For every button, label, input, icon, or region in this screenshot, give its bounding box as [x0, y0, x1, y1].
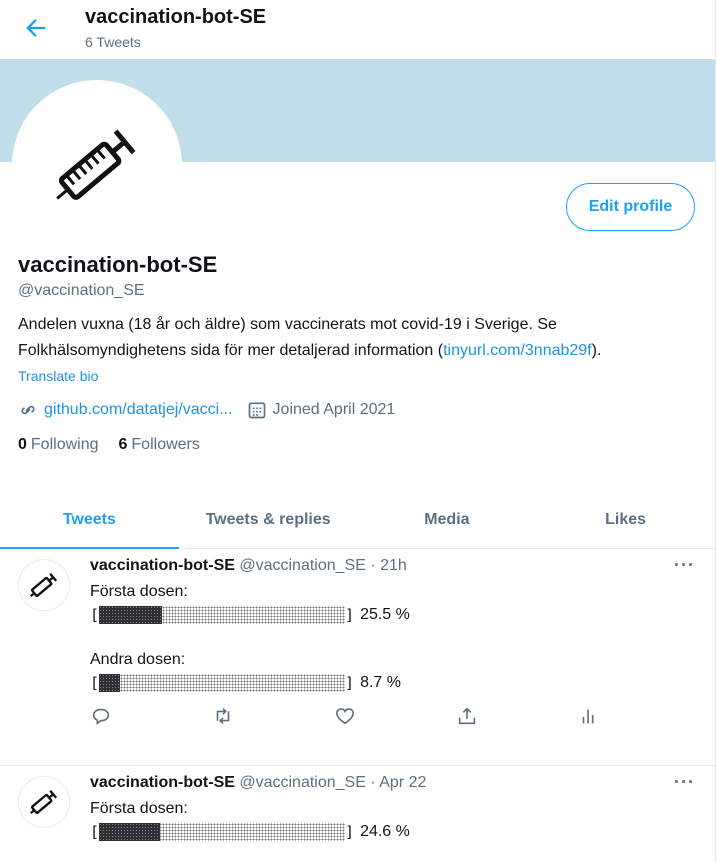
tweet-text: Första dosen: [] 24.6 % — [90, 798, 695, 844]
joined-item: Joined April 2021 — [247, 400, 396, 420]
followers-count: 6 — [118, 436, 128, 453]
joined-date: Joined April 2021 — [272, 401, 396, 418]
like-icon[interactable] — [334, 705, 356, 727]
tweet-text: Första dosen: [] 25.5 % Andra dosen: [] … — [90, 581, 695, 695]
website-item: github.com/datatjej/vacci... — [18, 400, 233, 420]
tweet-header: vaccination-bot-SE @vaccination_SE · Apr… — [90, 774, 695, 792]
dose2-label: Andra dosen: — [90, 651, 186, 668]
dose2-percent: 8.7 % — [360, 674, 401, 691]
tweet[interactable]: ··· vaccination-bot-SE @vaccination_SE ·… — [0, 549, 715, 766]
tweet[interactable]: ··· vaccination-bot-SE @vaccination_SE ·… — [0, 766, 715, 862]
profile-tabs: Tweets Tweets & replies Media Likes — [0, 492, 715, 549]
bio-end: ). — [591, 342, 602, 359]
followers-link[interactable]: 6 Followers — [119, 436, 200, 454]
followers-label: Followers — [131, 436, 200, 453]
top-bar: vaccination-bot-SE 6 Tweets — [0, 0, 715, 59]
dose1-label: Första dosen: — [90, 800, 188, 817]
analytics-icon[interactable] — [578, 705, 600, 727]
tweet-content: vaccination-bot-SE @vaccination_SE · Apr… — [90, 774, 695, 844]
dose1-percent: 24.6 % — [360, 823, 410, 840]
dose1-percent: 25.5 % — [360, 606, 410, 623]
dose1-bar-row: [] 25.5 % — [90, 603, 695, 627]
translate-bio-link[interactable]: Translate bio — [18, 368, 697, 384]
profile-avatar[interactable] — [12, 80, 182, 250]
tweet-meta: @vaccination_SE · 21h — [239, 557, 407, 574]
syringe-icon — [29, 789, 58, 815]
tweet-header: vaccination-bot-SE @vaccination_SE · 21h — [90, 557, 695, 575]
reply-icon[interactable] — [90, 705, 112, 727]
tweet-count: 6 Tweets — [85, 34, 141, 50]
tweet-content: vaccination-bot-SE @vaccination_SE · 21h… — [90, 557, 695, 727]
dose1-label: Första dosen: — [90, 583, 188, 600]
tweet-author[interactable]: vaccination-bot-SE — [90, 774, 235, 791]
syringe-icon — [29, 572, 58, 598]
following-link[interactable]: 0 Following — [18, 436, 99, 454]
tweet-avatar[interactable] — [18, 776, 70, 828]
follow-stats: 0 Following 6 Followers — [18, 436, 697, 454]
tweet-actions — [90, 705, 600, 727]
bio-link[interactable]: tinyurl.com/3nnab29f — [443, 342, 592, 359]
tweet-author[interactable]: vaccination-bot-SE — [90, 557, 235, 574]
profile-meta: github.com/datatjej/vacci... Joined Apri… — [18, 400, 697, 420]
dose1-fill — [99, 823, 160, 841]
dose2-fill — [99, 674, 121, 692]
dose1-bar: [] — [90, 606, 355, 624]
profile-handle: @vaccination_SE — [18, 282, 145, 299]
profile-info: vaccination-bot-SE @vaccination_SE Andel… — [18, 252, 697, 454]
tab-tweets-replies[interactable]: Tweets & replies — [179, 492, 358, 548]
dose2-bar-row: [] 8.7 % — [90, 671, 695, 695]
link-icon — [21, 405, 35, 415]
dose1-bar-row: [] 24.6 % — [90, 820, 695, 844]
tweet-meta: @vaccination_SE · Apr 22 — [239, 774, 427, 791]
tab-media[interactable]: Media — [358, 492, 537, 548]
dose1-bar: [] — [90, 823, 355, 841]
website-link[interactable]: github.com/datatjej/vacci... — [44, 401, 233, 419]
dose1-fill — [99, 606, 162, 624]
tab-tweets[interactable]: Tweets — [0, 492, 179, 549]
syringe-icon — [56, 129, 136, 200]
following-label: Following — [30, 436, 99, 453]
profile-name: vaccination-bot-SE — [18, 252, 218, 277]
dose2-bar: [] — [90, 674, 355, 692]
calendar-icon — [248, 402, 265, 419]
header-title: vaccination-bot-SE — [85, 6, 267, 28]
share-icon[interactable] — [456, 705, 478, 727]
retweet-icon[interactable] — [212, 705, 234, 727]
following-count: 0 — [18, 436, 27, 453]
profile-page: vaccination-bot-SE 6 Tweets Edit profile… — [0, 0, 716, 862]
profile-bio: Andelen vuxna (18 år och äldre) som vacc… — [18, 312, 697, 364]
back-arrow-icon[interactable] — [22, 14, 50, 42]
edit-profile-button[interactable]: Edit profile — [566, 183, 695, 231]
tab-likes[interactable]: Likes — [536, 492, 715, 548]
tweet-avatar[interactable] — [18, 559, 70, 611]
